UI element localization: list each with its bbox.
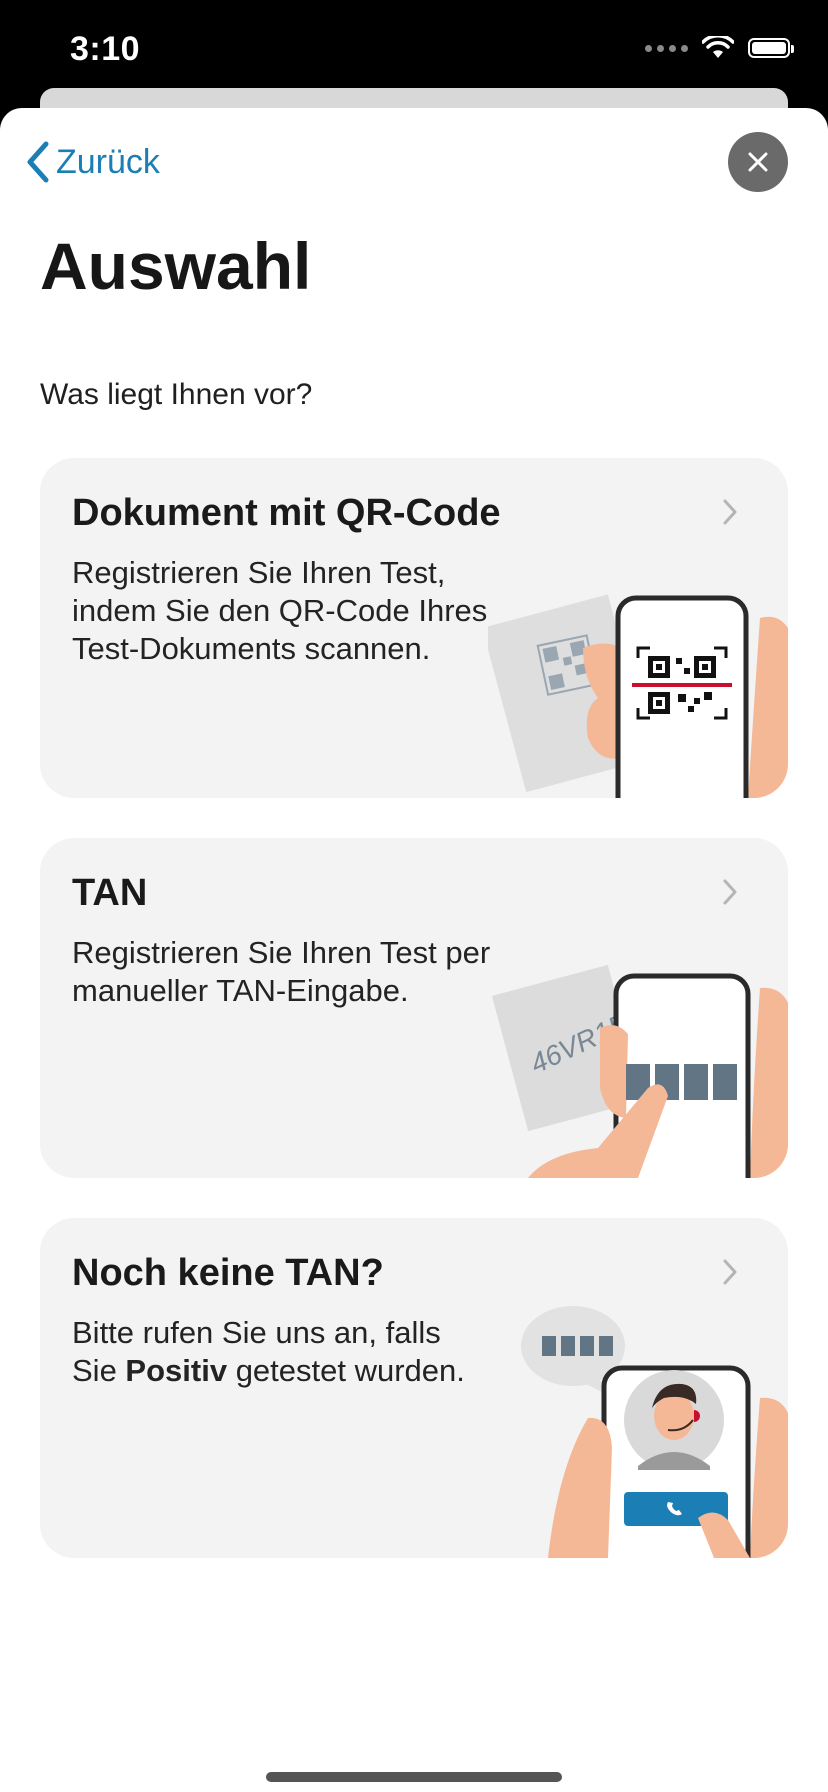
chevron-left-icon (27, 141, 49, 183)
card-title: Noch keine TAN? (72, 1252, 384, 1294)
card-no-tan[interactable]: Noch keine TAN? Bitte rufen Sie uns an, … (40, 1218, 788, 1558)
card-description: Registrieren Sie Ihren Test per manuelle… (72, 935, 491, 1008)
tan-input-illustration-icon: 46VR1F (491, 964, 788, 1178)
card-title: Dokument mit QR-Code (72, 492, 501, 534)
home-indicator[interactable] (266, 1772, 562, 1782)
chevron-right-icon (723, 499, 737, 525)
card-description-bold: Positiv (125, 1353, 228, 1388)
cellular-signal-icon (645, 44, 688, 52)
hotline-call-illustration-icon (521, 1306, 788, 1558)
card-qr-code[interactable]: Dokument mit QR-Code Registrieren Sie Ih… (40, 458, 788, 798)
close-icon (748, 152, 768, 172)
status-icons (645, 36, 794, 60)
page-subtitle: Was liegt Ihnen vor? (40, 378, 313, 411)
card-tan[interactable]: TAN Registrieren Sie Ihren Test per manu… (40, 838, 788, 1178)
card-description: Bitte rufen Sie uns an, falls Sie Positi… (72, 1314, 492, 1390)
status-time: 3:10 (70, 30, 141, 68)
card-description: Registrieren Sie Ihren Test, indem Sie d… (72, 555, 488, 666)
qr-scan-illustration-icon (488, 594, 788, 798)
card-title: TAN (72, 872, 148, 914)
modal-sheet: Zurück Auswahl Was liegt Ihnen vor? Doku… (0, 108, 828, 1792)
wifi-icon (702, 36, 734, 58)
card-description-text: getestet wurden. (227, 1353, 465, 1388)
status-bar: 3:10 (0, 0, 828, 100)
back-button[interactable]: Zurück (24, 140, 160, 184)
chevron-right-icon (723, 1259, 737, 1285)
battery-icon (748, 38, 794, 58)
page-title: Auswahl (40, 229, 312, 303)
close-button[interactable] (728, 132, 788, 192)
chevron-right-icon (723, 879, 737, 905)
back-label: Zurück (56, 142, 160, 181)
